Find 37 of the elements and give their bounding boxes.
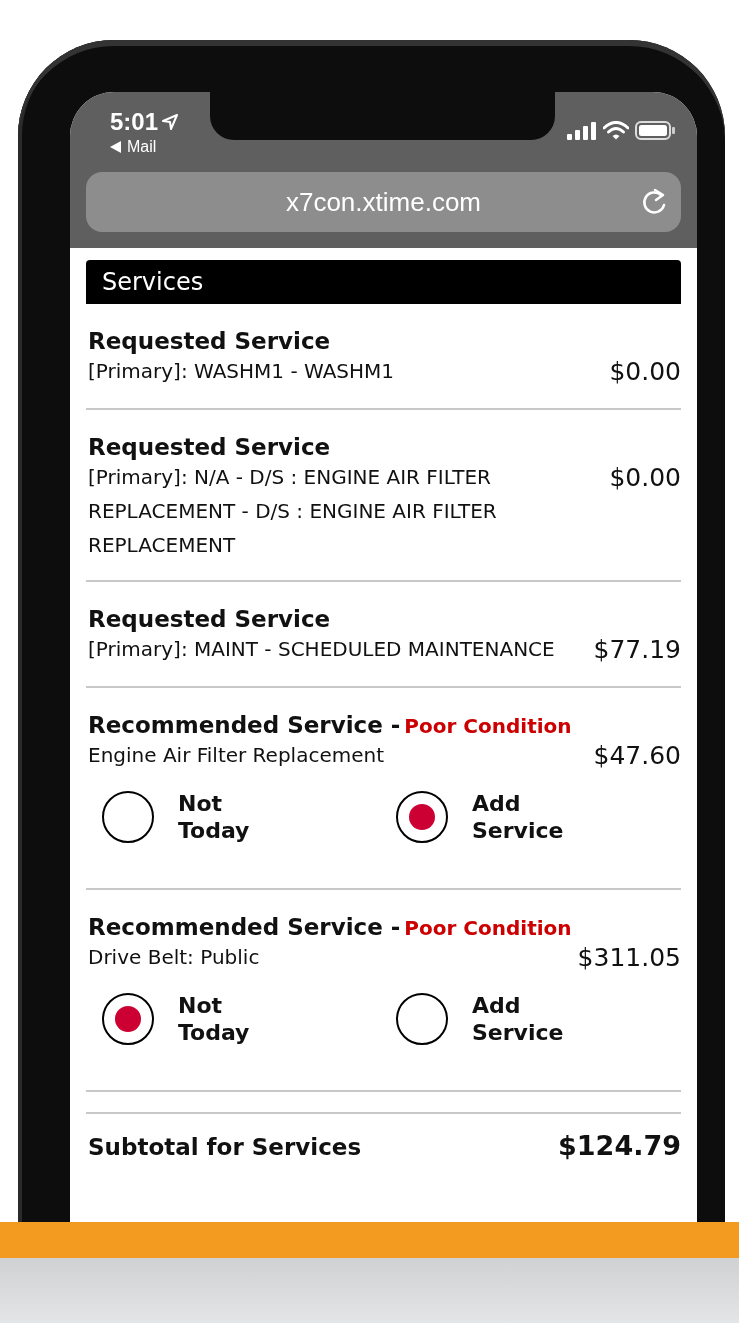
option-label: Not Today xyxy=(178,790,251,844)
service-title: Recommended Service - xyxy=(88,914,401,940)
service-title: Requested Service xyxy=(88,434,331,460)
service-description: [Primary]: N/A - D/S : ENGINE AIR FILTER REPLACEMENT - D/S : ENGINE AIR FILTER REPLACEMENT xyxy=(88,464,498,559)
service-title: Requested Service xyxy=(88,328,331,354)
service-title: Recommended Service - xyxy=(88,712,401,738)
option-label: Not Today xyxy=(178,992,251,1046)
service-description: Drive Belt: Public xyxy=(88,944,260,971)
service-title: Requested Service xyxy=(88,606,331,632)
radio-button[interactable] xyxy=(102,993,154,1045)
option-label: Add Service xyxy=(472,790,565,844)
location-arrow-icon xyxy=(162,114,179,130)
radio-button[interactable] xyxy=(396,791,448,843)
service-price: $311.05 xyxy=(577,942,681,974)
radio-button[interactable] xyxy=(396,993,448,1045)
option-label: Add Service xyxy=(472,992,565,1046)
signal-icon xyxy=(567,121,597,140)
wifi-icon xyxy=(603,121,629,140)
service-description: [Primary]: MAINT - SCHEDULED MAINTENANCE xyxy=(88,636,555,663)
service-description: Engine Air Filter Replacement xyxy=(88,742,385,769)
condition-label: Poor Condition xyxy=(404,916,572,940)
back-link[interactable]: Mail xyxy=(110,138,179,156)
back-triangle-icon xyxy=(110,141,121,153)
reload-icon xyxy=(641,188,667,216)
clock-time: 5:01 xyxy=(110,108,159,136)
service-price: $77.19 xyxy=(593,634,681,666)
service-price: $47.60 xyxy=(593,740,681,772)
section-header: Services xyxy=(86,260,681,304)
condition-label: Poor Condition xyxy=(404,714,572,738)
service-price: $0.00 xyxy=(609,356,681,388)
subtotal-label: Subtotal for Services xyxy=(88,1134,362,1160)
address-bar[interactable]: x7con.xtime.com xyxy=(86,172,681,232)
service-description: [Primary]: WASHM1 - WASHM1 xyxy=(88,358,395,385)
battery-icon xyxy=(635,121,675,140)
subtotal-amount: $124.79 xyxy=(558,1130,681,1161)
radio-button[interactable] xyxy=(102,791,154,843)
service-price: $0.00 xyxy=(609,462,681,494)
